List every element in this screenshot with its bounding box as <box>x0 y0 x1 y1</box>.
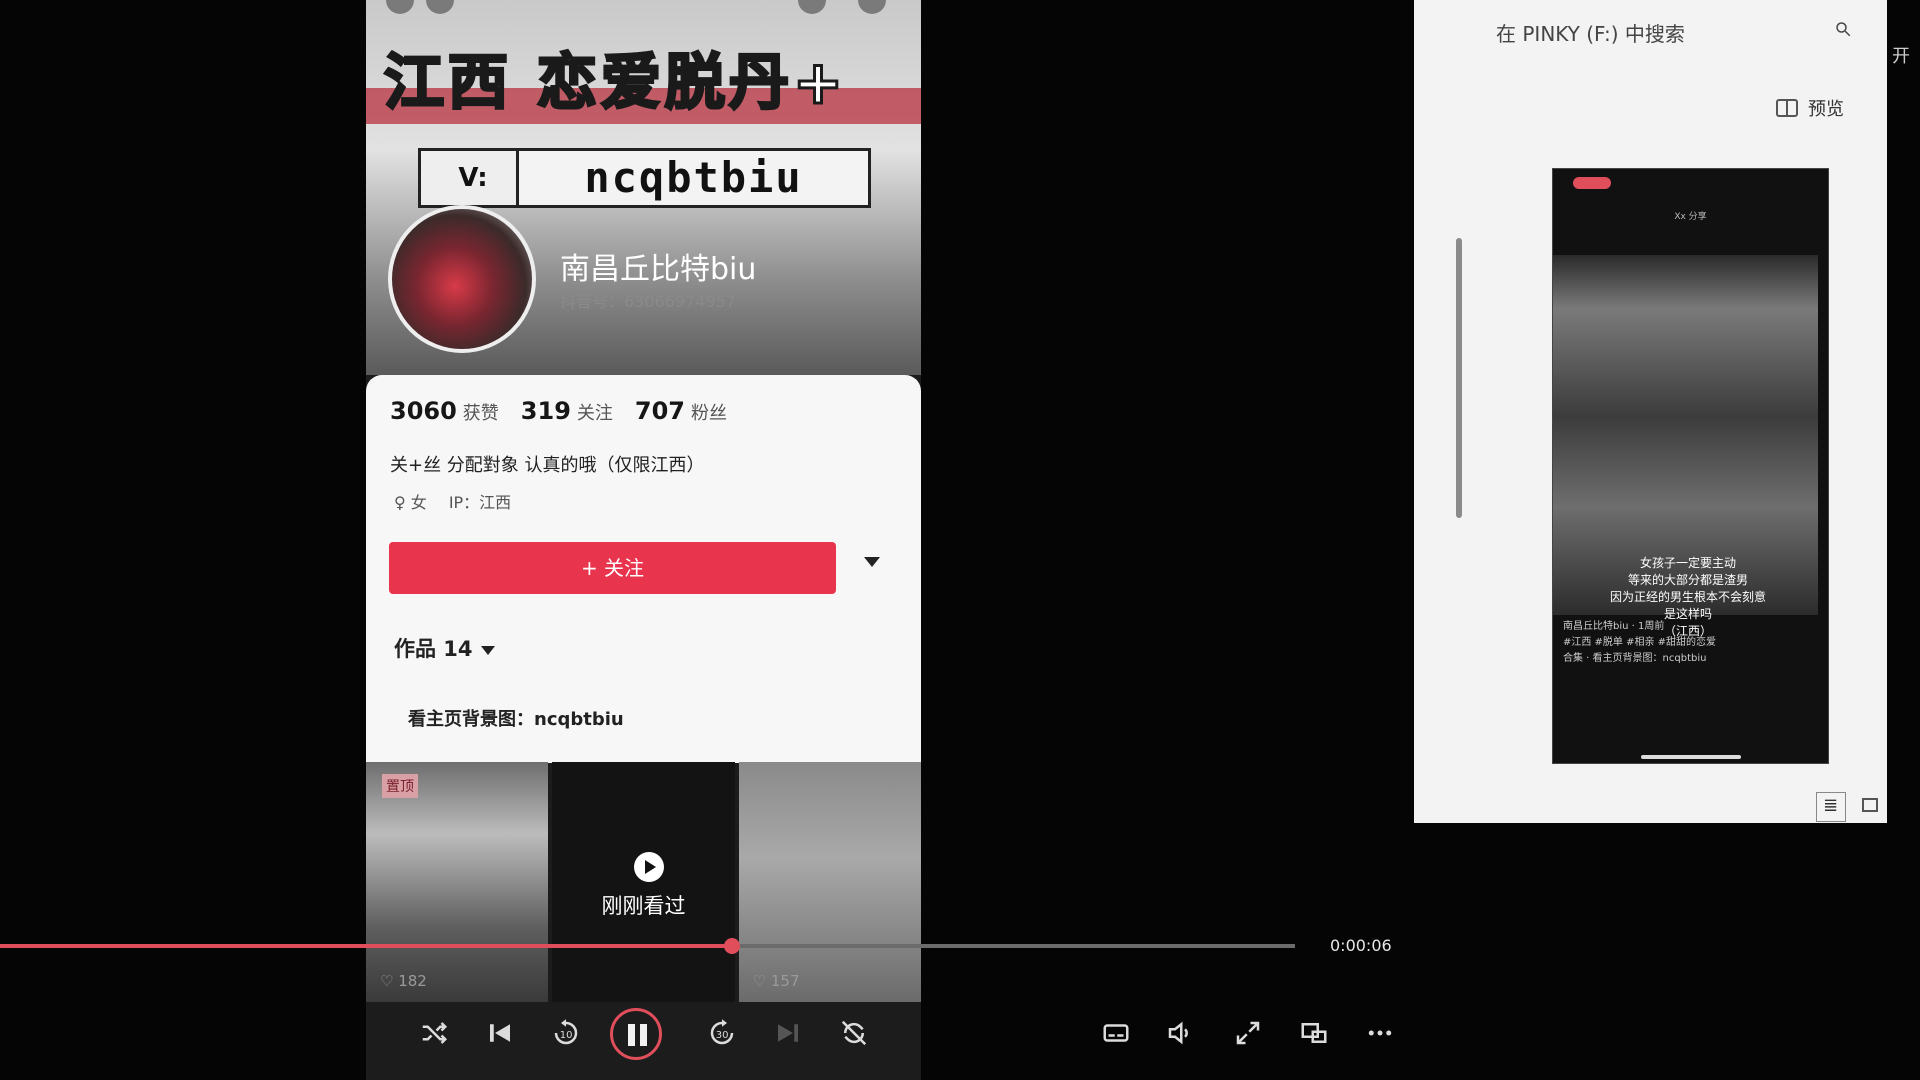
bio: 关+丝 分配對象 认真的哦（仅限江西） <box>390 455 705 476</box>
open-menu-label[interactable]: 开 <box>1892 42 1910 68</box>
nickname: 南昌丘比特biu <box>560 252 757 287</box>
follow-button[interactable]: + 关注 <box>389 542 836 594</box>
seek-handle[interactable] <box>723 938 740 954</box>
works-tab[interactable]: 作品 14 <box>394 633 495 663</box>
preview-pane-icon <box>1776 99 1798 117</box>
play-icon <box>634 852 665 882</box>
ip-location: IP：江西 <box>448 493 512 512</box>
fullscreen-icon[interactable] <box>1230 1018 1266 1050</box>
home-indicator <box>1641 755 1741 759</box>
time-display: 0:00:06 <box>1330 936 1392 955</box>
details-view-button[interactable] <box>1816 792 1846 822</box>
preview-header: Xx 分享 <box>1674 212 1707 222</box>
preview-author: 南昌丘比特biu · 1周前 <box>1563 621 1665 632</box>
svg-text:10: 10 <box>560 1030 573 1041</box>
profile-stats: 3060 获赞 319 关注 707 粉丝 <box>390 397 727 425</box>
background-link[interactable]: 看主页背景图：ncqbtbiu <box>408 705 624 731</box>
banner-dot <box>386 0 414 14</box>
works-grid: 置顶 ♡ 182 刚刚看过 ♡ 157 <box>366 762 921 1002</box>
more-icon[interactable] <box>1362 1018 1398 1050</box>
tiles-view-button[interactable] <box>1862 798 1878 812</box>
svg-text:30: 30 <box>716 1030 729 1041</box>
like-count: ♡ 182 <box>380 972 427 990</box>
seek-bar[interactable] <box>0 938 1295 954</box>
preview-image: Xx 分享 女孩子一定要主动 等来的大部分都是渣男 因为正经的男生根本不会刻意 … <box>1552 168 1829 764</box>
banner-title: 江西 恋爱脱丹+ <box>382 47 848 120</box>
stat-following[interactable]: 319 关注 <box>521 397 613 425</box>
banner-dot <box>798 0 826 14</box>
file-explorer-panel: 在 PINKY (F:) 中搜索 开 预览 Xx 分享 女孩子一定要主动 等来的… <box>1414 0 1910 823</box>
pinned-badge: 置顶 <box>382 774 418 798</box>
repeat-off-icon[interactable] <box>836 1018 872 1050</box>
chevron-down-icon <box>480 645 495 655</box>
gender: ♀ 女 <box>394 493 427 512</box>
stat-likes: 3060 获赞 <box>390 397 499 425</box>
search-input[interactable]: 在 PINKY (F:) 中搜索 <box>1496 18 1685 47</box>
preview-footer: 南昌丘比特biu · 1周前 #江西 #脱单 #相亲 #甜甜的恋爱 合集 · 看… <box>1563 619 1818 667</box>
work-thumbnail[interactable]: 刚刚看过 <box>552 762 735 1002</box>
seek-bar-progress <box>0 944 732 948</box>
preview-collection: 合集 · 看主页背景图：ncqbtbiu <box>1563 653 1707 664</box>
status-pill <box>1573 177 1611 189</box>
previous-icon[interactable] <box>482 1018 518 1050</box>
preview-button[interactable]: 预览 <box>1776 95 1844 121</box>
mini-player-icon[interactable] <box>1296 1018 1332 1050</box>
banner-dot <box>858 0 886 14</box>
wechat-tag: V: <box>418 148 528 208</box>
profile-meta: ♀ 女 IP：江西 <box>394 489 511 513</box>
scrollbar[interactable] <box>1456 238 1462 518</box>
banner-dot <box>426 0 454 14</box>
preview-video-frame: 女孩子一定要主动 等来的大部分都是渣男 因为正经的男生根本不会刻意 是这样吗 （… <box>1553 255 1818 638</box>
douyin-id: 抖音号：63066974957 <box>560 292 736 311</box>
screen: 江西 恋爱脱丹+ V: ncqbtbiu 南昌丘比特biu 抖音号：630669… <box>0 0 1920 1080</box>
just-watched-label: 刚刚看过 <box>601 894 686 918</box>
volume-icon[interactable] <box>1162 1018 1198 1050</box>
forward-30-icon[interactable]: 30 <box>704 1018 740 1050</box>
chevron-down-icon[interactable] <box>864 557 880 567</box>
avatar[interactable] <box>388 205 536 353</box>
subtitles-icon[interactable] <box>1098 1018 1134 1050</box>
like-count: ♡ 157 <box>752 972 800 990</box>
work-thumbnail[interactable]: 置顶 ♡ 182 <box>366 762 549 1002</box>
preview-label: 预览 <box>1808 99 1844 120</box>
wechat-id: ncqbtbiu <box>516 148 871 208</box>
pause-button[interactable] <box>610 1008 662 1060</box>
next-icon[interactable] <box>770 1018 806 1050</box>
video-frame[interactable]: 江西 恋爱脱丹+ V: ncqbtbiu 南昌丘比特biu 抖音号：630669… <box>366 0 921 1080</box>
shuffle-icon[interactable] <box>416 1018 452 1050</box>
search-icon[interactable] <box>1834 20 1852 38</box>
profile-banner: 江西 恋爱脱丹+ V: ncqbtbiu 南昌丘比特biu 抖音号：630669… <box>366 0 921 375</box>
rewind-10-icon[interactable]: 10 <box>548 1018 584 1050</box>
work-thumbnail[interactable]: ♡ 157 <box>738 762 921 1002</box>
profile-card: 3060 获赞 319 关注 707 粉丝 关+丝 分配對象 认真的哦（仅限江西） ♀… <box>366 375 921 763</box>
preview-tags: #江西 #脱单 #相亲 #甜甜的恋爱 <box>1563 637 1717 648</box>
stat-followers[interactable]: 707 粉丝 <box>635 397 727 425</box>
